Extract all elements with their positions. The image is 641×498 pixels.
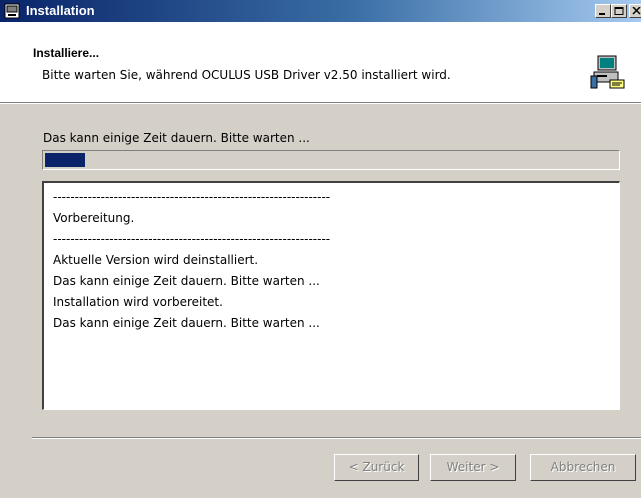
log-line: Aktuelle Version wird deinstalliert. xyxy=(53,253,259,267)
minimize-icon xyxy=(599,13,605,15)
log-line: Das kann einige Zeit dauern. Bitte warte… xyxy=(53,274,320,288)
log-line: Das kann einige Zeit dauern. Bitte warte… xyxy=(53,316,320,330)
maximize-icon xyxy=(614,7,624,15)
log-line: Vorbereitung. xyxy=(53,211,135,225)
log-line: Installation wird vorbereitet. xyxy=(53,295,223,309)
progress-bar xyxy=(42,150,620,170)
back-button[interactable]: < Zurück xyxy=(334,454,419,481)
minimize-button[interactable] xyxy=(595,4,611,18)
maximize-button[interactable] xyxy=(611,4,627,18)
header-subtitle: Bitte warten Sie, während OCULUS USB Dri… xyxy=(42,68,451,82)
log-line: ----------------------------------------… xyxy=(53,232,331,246)
progress-fill xyxy=(45,153,85,167)
log-line: ----------------------------------------… xyxy=(53,190,331,204)
header-title: Installiere... xyxy=(33,46,100,60)
status-text: Das kann einige Zeit dauern. Bitte warte… xyxy=(43,131,310,145)
wizard-header: Installiere... Bitte warten Sie, während… xyxy=(0,22,641,103)
window-title: Installation xyxy=(26,3,95,18)
install-log[interactable]: ----------------------------------------… xyxy=(42,181,620,410)
close-button[interactable] xyxy=(629,4,641,18)
installer-window-icon xyxy=(4,3,20,19)
next-button[interactable]: Weiter > xyxy=(430,454,516,481)
close-icon xyxy=(632,7,641,15)
installer-computer-icon xyxy=(590,55,625,89)
cancel-button[interactable]: Abbrechen xyxy=(530,454,636,481)
title-bar[interactable]: Installation xyxy=(0,0,641,22)
